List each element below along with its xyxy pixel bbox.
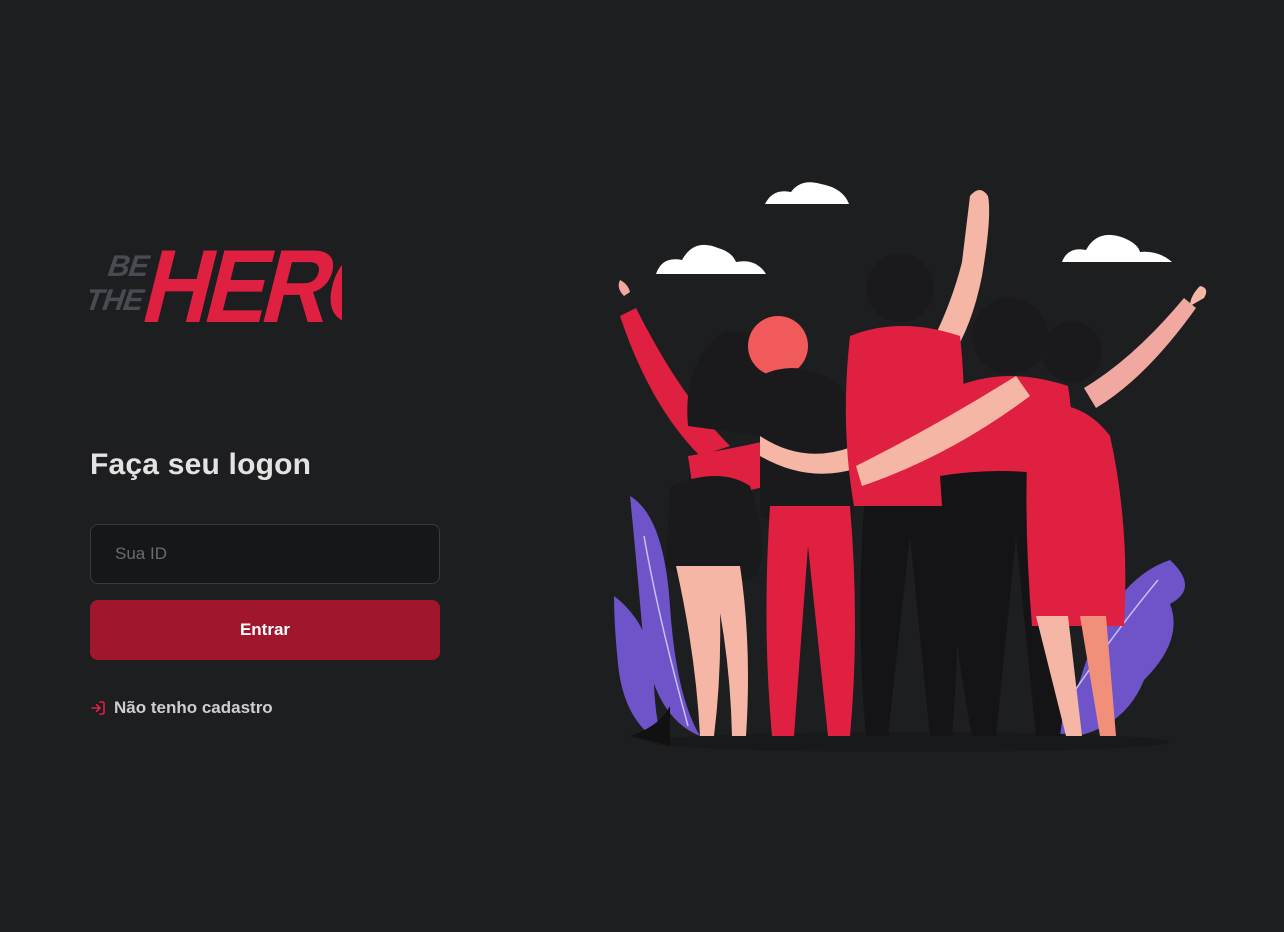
be-the-hero-logo: BE THE HERO <box>90 229 342 336</box>
cloud-left <box>656 244 766 274</box>
logo-be-text: BE <box>106 250 152 283</box>
cloud-top <box>765 182 849 204</box>
register-link[interactable]: Não tenho cadastro <box>90 698 273 718</box>
logon-page: BE THE HERO Faça seu logon Entrar Não te… <box>0 0 1284 932</box>
cloud-right <box>1062 234 1172 262</box>
logo-the-text: THE <box>90 284 147 317</box>
register-link-label: Não tenho cadastro <box>114 698 273 717</box>
heroes-group-illustration <box>614 182 1207 752</box>
log-in-icon <box>91 701 105 715</box>
logo-hero-text: HERO <box>132 229 342 336</box>
submit-button[interactable]: Entrar <box>90 600 440 660</box>
logon-form-section: BE THE HERO Faça seu logon Entrar Não te… <box>90 226 440 721</box>
id-input[interactable] <box>90 524 440 584</box>
page-title: Faça seu logon <box>90 448 312 481</box>
